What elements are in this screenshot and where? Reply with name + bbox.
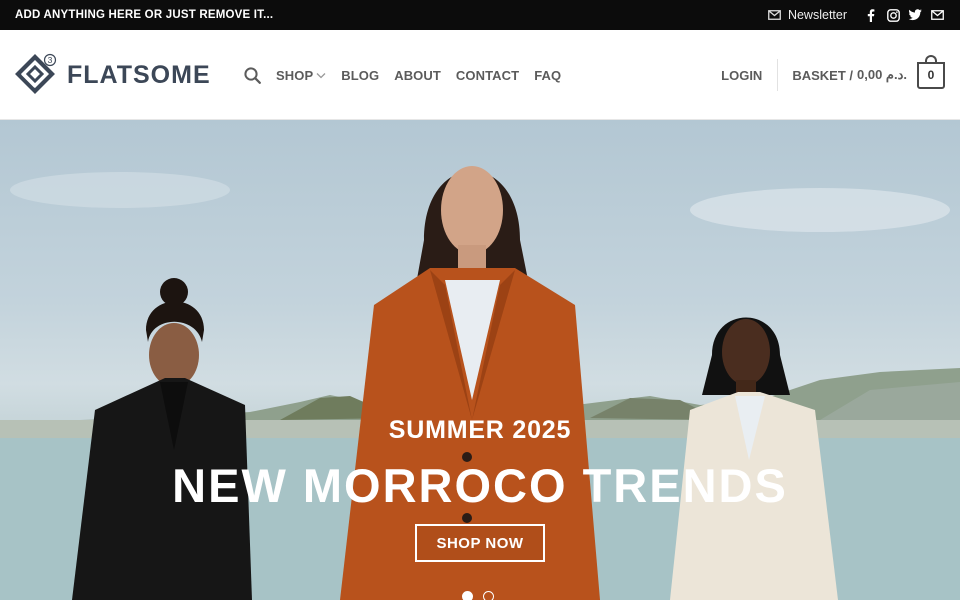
top-bar: ADD ANYTHING HERE OR JUST REMOVE IT... N…	[0, 0, 960, 30]
twitter-icon[interactable]	[907, 7, 923, 23]
cart-handle	[925, 54, 937, 64]
hero-title: NEW MORROCO TRENDS	[172, 459, 788, 512]
nav-item-shop-label: SHOP	[276, 67, 314, 83]
logo-mark-icon: 3	[15, 53, 57, 94]
top-bar-message: ADD ANYTHING HERE OR JUST REMOVE IT...	[15, 9, 274, 21]
shop-now-button[interactable]: SHOP NOW	[415, 524, 545, 562]
nav-item-faq[interactable]: FAQ	[534, 68, 561, 83]
newsletter-link[interactable]: Newsletter	[767, 7, 847, 23]
header-account-area: LOGIN BASKET / 0,00 د.م. 0	[721, 30, 945, 120]
basket-amount: 0,00 د.م.	[857, 67, 907, 82]
basket-label: BASKET /	[792, 67, 853, 83]
slider-dot-2[interactable]	[483, 591, 494, 600]
envelope-icon	[767, 7, 783, 23]
newsletter-label: Newsletter	[787, 8, 847, 22]
nav-item-contact[interactable]: CONTACT	[456, 68, 519, 83]
site-logo[interactable]: 3 FLATSOME	[15, 52, 211, 98]
login-link[interactable]: LOGIN	[721, 68, 777, 83]
slider-dot-1[interactable]	[462, 591, 473, 600]
nav-item-shop[interactable]: SHOP	[276, 68, 326, 83]
chevron-down-icon	[316, 72, 326, 78]
hero-subtitle: SUMMER 2025	[388, 416, 572, 444]
nav-item-blog[interactable]: BLOG	[341, 68, 379, 83]
header-divider	[777, 59, 779, 91]
nav-item-about[interactable]: ABOUT	[394, 68, 441, 83]
cart-icon[interactable]: 0	[917, 54, 945, 89]
site-header: 3 FLATSOME SHOP BLOG ABOUT CONTACT FAQ L…	[0, 30, 960, 120]
hero-slider[interactable]: SUMMER 2025 NEW MORROCO TRENDS SHOP NOW	[0, 120, 960, 600]
instagram-icon[interactable]	[885, 7, 901, 23]
basket-link[interactable]: BASKET / 0,00 د.م.	[792, 67, 907, 83]
search-icon[interactable]	[244, 66, 261, 84]
facebook-icon[interactable]	[863, 7, 879, 23]
svg-text:3: 3	[48, 55, 53, 65]
email-icon[interactable]	[929, 7, 945, 23]
top-bar-links: Newsletter	[767, 0, 945, 30]
slider-dots	[462, 591, 494, 600]
logo-text: FLATSOME	[67, 60, 211, 89]
main-navigation: SHOP BLOG ABOUT CONTACT FAQ	[244, 30, 561, 120]
cart-count: 0	[927, 68, 935, 82]
